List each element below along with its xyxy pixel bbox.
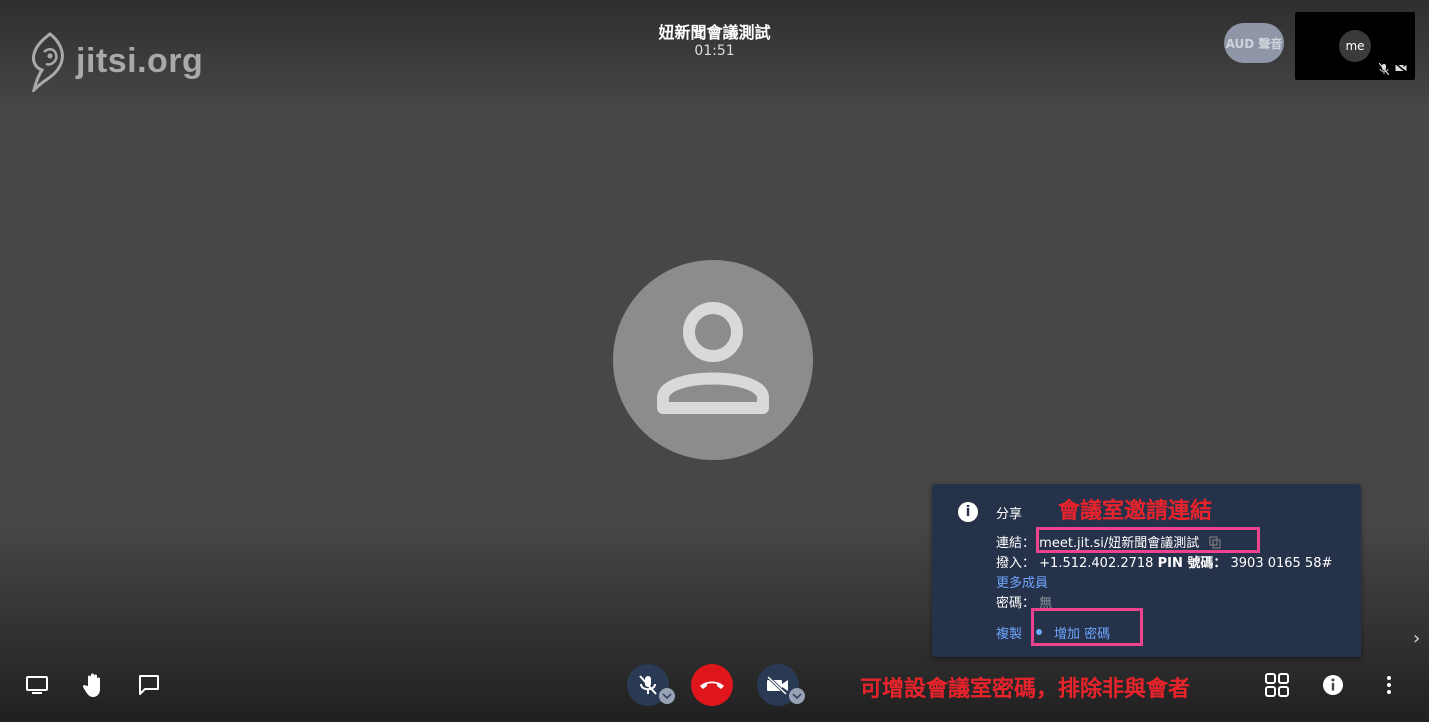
chevron-down-icon xyxy=(792,693,802,699)
mic-options-button[interactable] xyxy=(659,688,675,704)
link-label: 連結： xyxy=(996,536,1036,551)
password-annotation: 可增設會議室密碼，排除非與會者 xyxy=(860,677,1191,702)
self-video-tile[interactable]: me xyxy=(1295,12,1415,80)
tile-view-icon xyxy=(1265,673,1289,697)
screen-share-icon xyxy=(26,676,48,694)
mic-off-icon xyxy=(639,675,657,695)
copy-link-button[interactable]: 複製 xyxy=(996,623,1022,642)
raise-hand-button[interactable] xyxy=(79,670,109,700)
chevron-down-icon xyxy=(662,693,672,699)
tile-view-button[interactable] xyxy=(1262,670,1292,700)
self-camera-off-icon xyxy=(1395,63,1407,73)
self-mic-off-icon xyxy=(1379,63,1389,75)
meeting-title: 妞新聞會議測試 xyxy=(658,23,771,42)
dial-label: 撥入： xyxy=(996,556,1036,571)
dial-in-row: 撥入： +1.512.402.2718 PIN 號碼： 3903 0165 58… xyxy=(996,552,1332,571)
participant-aud-label: AUD 聲音 xyxy=(1225,36,1283,51)
hangup-icon xyxy=(700,681,724,689)
pin-label: PIN 號碼： xyxy=(1157,556,1227,571)
password-label: 密碼： xyxy=(996,596,1036,611)
hangup-button[interactable] xyxy=(691,664,733,706)
pin-value: 3903 0165 58# xyxy=(1230,556,1333,571)
link-highlight-box xyxy=(1036,527,1260,553)
panel-heading: 分享 xyxy=(996,507,1023,522)
more-options-button[interactable] xyxy=(1374,670,1404,700)
camera-options-button[interactable] xyxy=(789,688,805,704)
self-avatar: me xyxy=(1339,30,1371,62)
info-icon xyxy=(1323,675,1343,695)
dial-number: +1.512.402.2718 xyxy=(1039,556,1154,571)
more-members-link[interactable]: 更多成員 xyxy=(996,572,1048,591)
chat-icon xyxy=(139,675,159,695)
panel-info-icon: i xyxy=(958,502,978,522)
chat-button[interactable] xyxy=(134,670,164,700)
main-participant-avatar xyxy=(613,260,813,460)
default-user-icon xyxy=(657,302,769,414)
add-password-highlight-box xyxy=(1031,608,1143,646)
more-vertical-icon xyxy=(1387,676,1391,694)
filmstrip-toggle-chevron-icon[interactable]: › xyxy=(1413,628,1420,649)
camera-off-icon xyxy=(766,675,788,695)
raise-hand-icon xyxy=(82,673,100,697)
screen-share-button[interactable] xyxy=(22,670,52,700)
participant-thumbnail-aud[interactable]: AUD 聲音 xyxy=(1224,23,1284,63)
invite-link-annotation: 會議室邀請連結 xyxy=(1058,499,1213,524)
meeting-timer: 01:51 xyxy=(694,43,735,59)
info-button[interactable] xyxy=(1318,670,1348,700)
self-avatar-label: me xyxy=(1345,39,1365,53)
